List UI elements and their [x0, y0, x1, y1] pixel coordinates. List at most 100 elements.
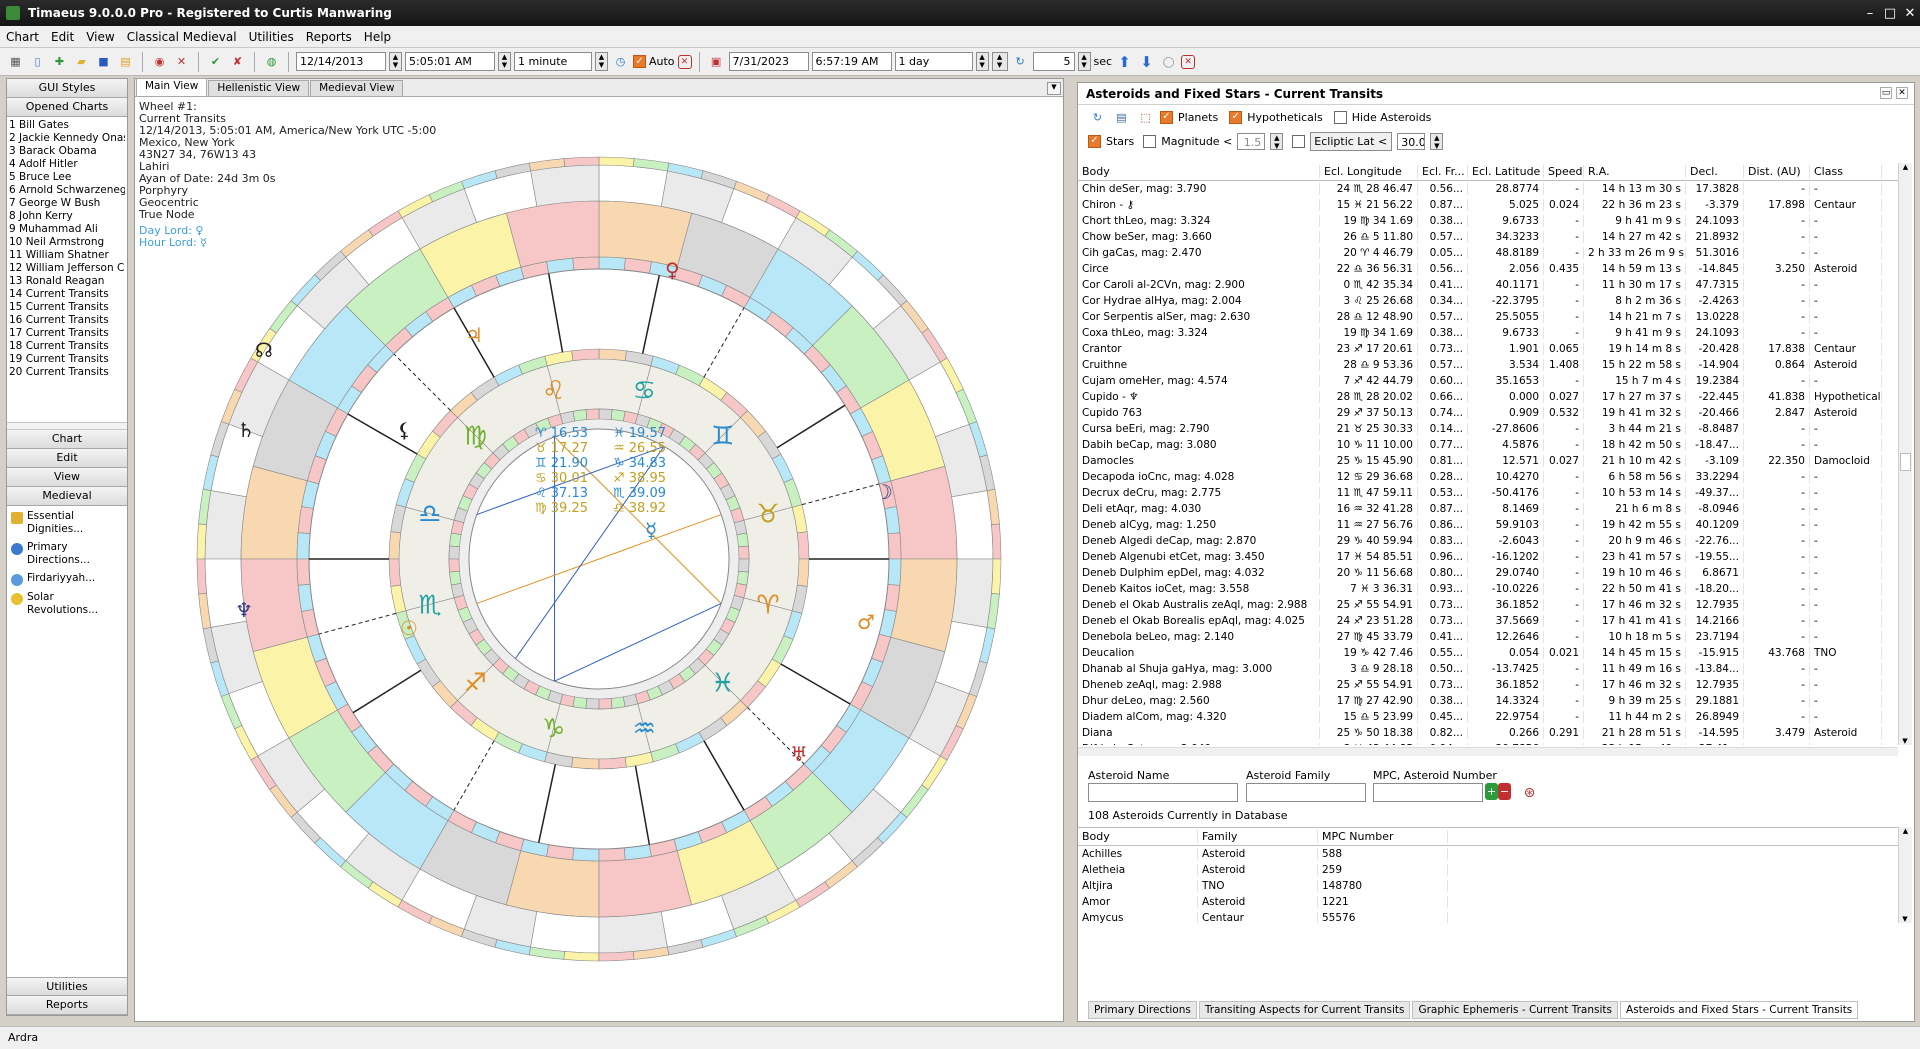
date-field-1[interactable]: 12/14/2013: [296, 52, 386, 71]
tab-graphic-ephemeris[interactable]: Graphic Ephemeris - Current Transits: [1412, 1001, 1619, 1019]
table-row[interactable]: Decapoda ioCnc, mag: 4.028 12 ♋ 29 36.68 0…: [1078, 469, 1898, 485]
column-header[interactable]: Body: [1078, 165, 1320, 178]
table-row[interactable]: Cruithne 28 ♎ 9 53.36 0.57... 3.534 1.408 15 …: [1078, 357, 1898, 373]
help-lifebuoy-icon[interactable]: ⊛: [1520, 783, 1539, 802]
planet-glyph[interactable]: ♆: [235, 598, 253, 622]
table-row[interactable]: Deucalion 19 ♑ 42 7.46 0.55... 0.054 0.021 14…: [1078, 645, 1898, 661]
menu-view[interactable]: View: [80, 30, 120, 44]
menu-reports[interactable]: Reports: [300, 30, 358, 44]
scroll-up-icon[interactable]: ▲: [1899, 163, 1912, 171]
list-item[interactable]: 16 Current Transits: [9, 314, 125, 327]
list-item[interactable]: Firdariyyah...: [11, 572, 123, 586]
asteroids-scrollbar[interactable]: ▲ ▼: [1898, 827, 1912, 923]
save-icon[interactable]: ■: [94, 52, 113, 71]
table-row[interactable]: Cupido - ♆ 28 ♏ 28 20.02 0.66... 0.000 0.027…: [1078, 389, 1898, 405]
table-row[interactable]: Circe 22 ♎ 36 56.31 0.56... 2.056 0.435 14 h …: [1078, 261, 1898, 277]
menu-edit[interactable]: Edit: [45, 30, 80, 44]
step-spin-1[interactable]: ▲ ▼: [595, 52, 608, 71]
tab-medieval-view[interactable]: Medieval View: [310, 80, 404, 96]
table-row[interactable]: Achilles Asteroid 588: [1078, 846, 1898, 862]
list-item[interactable]: 19 Current Transits: [9, 353, 125, 366]
table-row[interactable]: Cursa beEri, mag: 2.790 21 ♉ 25 30.33 0.14…: [1078, 421, 1898, 437]
tab-hellenistic-view[interactable]: Hellenistic View: [208, 80, 310, 96]
column-header[interactable]: Ecl. Longitude: [1320, 165, 1418, 178]
tab-asteroids-fixed-stars[interactable]: Asteroids and Fixed Stars - Current Tran…: [1620, 1001, 1859, 1019]
section-utilities[interactable]: Utilities: [7, 977, 127, 996]
magnitude-field[interactable]: 1.5: [1237, 132, 1266, 150]
table-row[interactable]: Aletheia Asteroid 259: [1078, 862, 1898, 878]
table-row[interactable]: Cor Caroli al-2CVn, mag: 2.900 0 ♏ 42 35.…: [1078, 277, 1898, 293]
refresh-icon[interactable]: ↻: [1011, 52, 1030, 71]
remove-asteroid-icon[interactable]: −: [1498, 783, 1511, 800]
table-row[interactable]: Denebola beLeo, mag: 2.140 27 ♍ 45 33.79 0…: [1078, 629, 1898, 645]
planet-glyph[interactable]: ♃: [465, 323, 483, 347]
planet-glyph[interactable]: ☽: [875, 480, 893, 504]
menu-utilities[interactable]: Utilities: [243, 30, 300, 44]
grid-icon[interactable]: ▦: [6, 52, 25, 71]
step-field-1[interactable]: 1 minute: [514, 52, 592, 71]
stop-icon[interactable]: ✕: [677, 54, 692, 69]
minimize-button[interactable]: –: [1860, 6, 1880, 21]
table-row[interactable]: Deneb Algedi deCap, mag: 2.870 29 ♑ 40 59…: [1078, 533, 1898, 549]
clock-icon[interactable]: ◷: [611, 52, 630, 71]
menu-classical-medieval[interactable]: Classical Medieval: [121, 30, 243, 44]
scroll-down-icon[interactable]: ▼: [1899, 915, 1911, 923]
planet-glyph[interactable]: ☿: [645, 518, 657, 542]
planet-glyph[interactable]: ⚸: [397, 418, 412, 442]
column-header[interactable]: Class: [1810, 165, 1882, 178]
section-view[interactable]: View: [7, 468, 127, 487]
list-item[interactable]: 8 John Kerry: [9, 210, 125, 223]
refresh-icon[interactable]: ↻: [1088, 108, 1107, 127]
table-row[interactable]: Decrux deCru, mag: 2.775 11 ♏ 47 59.11 0.5…: [1078, 485, 1898, 501]
table-row[interactable]: Amycus Centaur 55576: [1078, 910, 1898, 923]
planet-glyph[interactable]: ♀: [665, 258, 680, 282]
table-row[interactable]: Chow beSer, mag: 3.660 26 ♎ 5 11.80 0.57..…: [1078, 229, 1898, 245]
list-item[interactable]: 7 George W Bush: [9, 197, 125, 210]
stop-icon-2[interactable]: ✕: [1181, 54, 1196, 69]
tab-main-view[interactable]: Main View: [136, 78, 208, 96]
opened-charts-header[interactable]: Opened Charts: [7, 98, 127, 117]
tab-transiting-aspects[interactable]: Transiting Aspects for Current Transits: [1198, 1001, 1411, 1019]
column-header[interactable]: Ecl. Latitude: [1468, 165, 1544, 178]
scroll-up-icon[interactable]: ▲: [1899, 827, 1912, 835]
list-item[interactable]: 2 Jackie Kennedy Onassis: [9, 132, 125, 145]
list-item[interactable]: 20 Current Transits: [9, 366, 125, 379]
print-icon[interactable]: ▤: [1112, 108, 1131, 127]
ecliptic-field[interactable]: 30.0: [1397, 132, 1426, 150]
time-field-2[interactable]: 6:57:19 AM: [811, 52, 892, 71]
list-item[interactable]: 11 William Shatner: [9, 249, 125, 262]
magnitude-checkbox[interactable]: [1143, 134, 1157, 148]
table-row[interactable]: Damocles 25 ♑ 15 45.90 0.81... 12.571 0.027 2…: [1078, 453, 1898, 469]
step-field-2[interactable]: 1 day: [894, 52, 973, 71]
gui-styles-header[interactable]: GUI Styles: [7, 79, 127, 98]
tabs-dropdown-icon[interactable]: ▼: [1047, 82, 1061, 95]
date-spin-1[interactable]: ▲ ▼: [389, 52, 402, 71]
column-header[interactable]: Speed: [1544, 165, 1584, 178]
ecliptic-select[interactable]: Ecliptic Lat < ▾: [1310, 131, 1393, 151]
list-item[interactable]: Essential Dignities...: [11, 510, 123, 536]
list-item[interactable]: 13 Ronald Reagan: [9, 275, 125, 288]
add-asteroid-icon[interactable]: +: [1485, 783, 1498, 800]
list-item[interactable]: 14 Current Transits: [9, 288, 125, 301]
list-item[interactable]: 12 William Jefferson Clinton: [9, 262, 125, 275]
ecliptic-spin[interactable]: ▲ ▼: [1430, 132, 1444, 150]
close-button[interactable]: ✕: [1900, 6, 1920, 21]
column-header[interactable]: Ecl. Fr...: [1418, 165, 1468, 178]
column-header[interactable]: MPC Number: [1318, 830, 1448, 843]
table-row[interactable]: Chort thLeo, mag: 3.324 19 ♍ 34 1.69 0.38.…: [1078, 213, 1898, 229]
new-wizard-icon[interactable]: ✚: [50, 52, 69, 71]
column-header[interactable]: Dist. (AU): [1744, 165, 1810, 178]
planet-glyph[interactable]: ♅: [790, 742, 808, 766]
list-item[interactable]: 9 Muhammad Ali: [9, 223, 125, 236]
new-chart-icon[interactable]: ▯: [28, 52, 47, 71]
table-row[interactable]: Deneb el Okab Borealis epAql, mag: 4.025…: [1078, 613, 1898, 629]
mpc-input[interactable]: [1373, 783, 1483, 802]
time-field-1[interactable]: 5:05:01 AM: [405, 52, 495, 71]
restore-icon[interactable]: ▭: [1880, 87, 1892, 99]
column-header[interactable]: Decl.: [1686, 165, 1744, 178]
section-reports[interactable]: Reports: [7, 996, 127, 1015]
maximize-button[interactable]: □: [1880, 6, 1900, 21]
table-row[interactable]: Deli etAqr, mag: 4.030 16 ♒ 32 41.28 0.87.…: [1078, 501, 1898, 517]
wheel-icon[interactable]: ◉: [150, 52, 169, 71]
horizontal-scrollbar[interactable]: [1078, 747, 1898, 756]
